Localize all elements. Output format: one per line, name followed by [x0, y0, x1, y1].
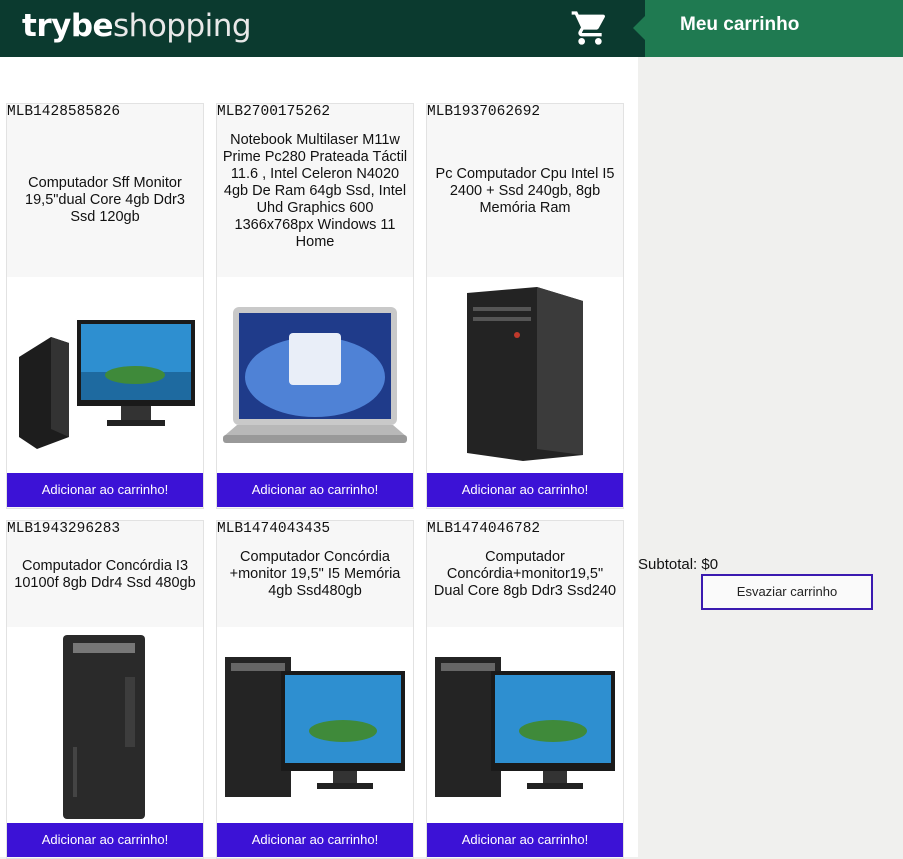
add-to-cart-button[interactable]: Adicionar ao carrinho! — [217, 473, 413, 507]
logo-light-text: shopping — [113, 8, 252, 44]
product-title: Computador Concórdia I3 10100f 8gb Ddr4 … — [14, 558, 196, 591]
desktop-with-monitor-image — [225, 657, 405, 797]
product-title: Computador Concórdia+monitor19,5" Dual C… — [433, 549, 617, 599]
product-image — [427, 277, 623, 473]
add-to-cart-button[interactable]: Adicionar ao carrinho! — [7, 473, 203, 507]
product-id: MLB1474046782 — [427, 521, 541, 537]
tower-case-image — [467, 287, 583, 461]
product-title: Notebook Multilaser M11w Prime Pc280 Pra… — [222, 132, 408, 250]
product-id: MLB1474043435 — [217, 521, 331, 537]
product-id: MLB1937062692 — [427, 104, 541, 120]
cart-tab-label: Meu carrinho — [680, 14, 800, 35]
product-card: MLB1428585826 Computador Sff Monitor 19,… — [6, 103, 204, 509]
product-card: MLB1943296283 Computador Concórdia I3 10… — [6, 520, 204, 859]
product-image — [7, 277, 203, 473]
product-title: Computador Concórdia +monitor 19,5" I5 M… — [229, 549, 401, 599]
header: trybeshopping Meu carrinho — [0, 0, 903, 57]
product-card: MLB1474046782 Computador Concórdia+monit… — [426, 520, 624, 859]
shopping-cart-icon[interactable] — [568, 8, 612, 48]
product-image — [217, 277, 413, 473]
product-image — [427, 627, 623, 823]
tower-case-image — [63, 635, 145, 819]
cart-tab[interactable]: Meu carrinho — [633, 0, 903, 57]
laptop-image — [223, 307, 407, 443]
cart-sidebar — [638, 57, 903, 857]
desktop-with-monitor-image — [19, 320, 195, 449]
product-image — [7, 627, 203, 823]
add-to-cart-button[interactable]: Adicionar ao carrinho! — [7, 823, 203, 857]
product-card: MLB1937062692 Pc Computador Cpu Intel I5… — [426, 103, 624, 509]
cart-subtotal: Subtotal: $0 — [638, 556, 719, 573]
product-image — [217, 627, 413, 823]
product-id: MLB1428585826 — [7, 104, 121, 120]
product-card: MLB1474043435 Computador Concórdia +moni… — [216, 520, 414, 859]
desktop-with-monitor-image — [435, 657, 615, 797]
product-card: MLB2700175262 Notebook Multilaser M11w P… — [216, 103, 414, 509]
add-to-cart-button[interactable]: Adicionar ao carrinho! — [427, 823, 623, 857]
product-id: MLB1943296283 — [7, 521, 121, 537]
logo[interactable]: trybeshopping — [22, 6, 252, 46]
product-title: Computador Sff Monitor 19,5"dual Core 4g… — [25, 175, 185, 225]
add-to-cart-button[interactable]: Adicionar ao carrinho! — [217, 823, 413, 857]
logo-bold-text: trybe — [22, 8, 114, 44]
add-to-cart-button[interactable]: Adicionar ao carrinho! — [427, 473, 623, 507]
product-title: Pc Computador Cpu Intel I5 2400 + Ssd 24… — [435, 166, 615, 216]
product-id: MLB2700175262 — [217, 104, 331, 120]
empty-cart-button[interactable]: Esvaziar carrinho — [701, 574, 873, 610]
